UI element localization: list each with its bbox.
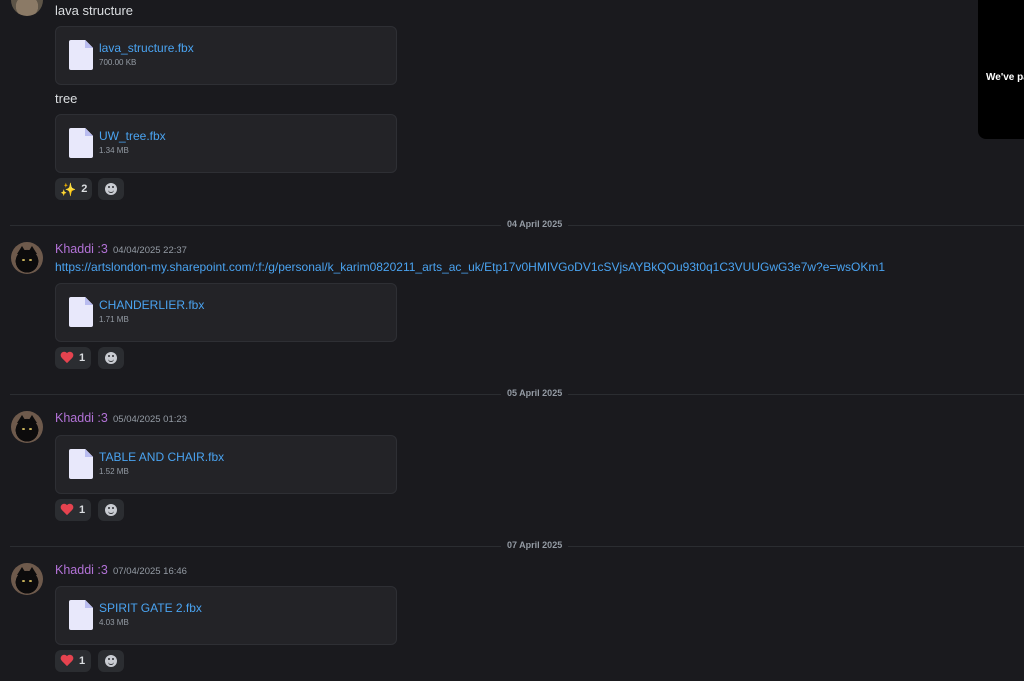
- reaction-count: 1: [79, 352, 86, 364]
- sparkles-icon: ✨: [60, 181, 77, 197]
- file-name-link[interactable]: SPIRIT GATE 2.fbx: [99, 601, 202, 615]
- add-reaction-button[interactable]: [98, 347, 124, 369]
- file-attachment[interactable]: TABLE AND CHAIR.fbx 1.52 MB: [55, 435, 397, 494]
- file-icon: [69, 600, 93, 630]
- file-attachment[interactable]: UW_tree.fbx 1.34 MB: [55, 114, 397, 173]
- heart-icon: [60, 655, 74, 668]
- message-text: lava structure: [55, 3, 134, 18]
- avatar[interactable]: [11, 563, 43, 595]
- reaction-sparkles[interactable]: ✨ 2: [55, 178, 93, 200]
- date-divider-label: 04 April 2025: [501, 219, 569, 229]
- heart-icon: [60, 352, 74, 365]
- file-name-link[interactable]: lava_structure.fbx: [99, 41, 194, 55]
- reaction-heart[interactable]: 1: [55, 499, 91, 521]
- username[interactable]: Khaddi :3: [55, 411, 108, 425]
- reaction-count: 2: [81, 183, 88, 195]
- file-attachment[interactable]: CHANDERLIER.fbx 1.71 MB: [55, 283, 397, 342]
- reaction-count: 1: [79, 655, 86, 667]
- message-link[interactable]: https://artslondon-my.sharepoint.com/:f:…: [55, 260, 885, 274]
- file-icon: [69, 40, 93, 70]
- file-icon: [69, 128, 93, 158]
- avatar[interactable]: [11, 242, 43, 274]
- file-size: 1.71 MB: [99, 315, 129, 324]
- file-size: 1.34 MB: [99, 146, 129, 155]
- file-size: 700.00 KB: [99, 58, 137, 67]
- reaction-heart[interactable]: 1: [55, 347, 91, 369]
- username[interactable]: Khaddi :3: [55, 242, 108, 256]
- file-size: 4.03 MB: [99, 618, 129, 627]
- reaction-count: 1: [79, 504, 86, 516]
- file-name-link[interactable]: UW_tree.fbx: [99, 129, 166, 143]
- message-text: tree: [55, 91, 78, 106]
- file-attachment[interactable]: SPIRIT GATE 2.fbx 4.03 MB: [55, 586, 397, 645]
- notification-popup[interactable]: We've pa: [978, 0, 1024, 139]
- add-reaction-button[interactable]: [98, 499, 124, 521]
- timestamp: 04/04/2025 22:37: [113, 245, 187, 256]
- username[interactable]: Khaddi :3: [55, 563, 108, 577]
- add-reaction-button[interactable]: [98, 650, 124, 672]
- date-divider-label: 07 April 2025: [501, 540, 569, 550]
- file-name-link[interactable]: CHANDERLIER.fbx: [99, 298, 204, 312]
- avatar[interactable]: [11, 411, 43, 443]
- add-reaction-button[interactable]: [98, 178, 124, 200]
- date-divider-label: 05 April 2025: [501, 388, 569, 398]
- file-size: 1.52 MB: [99, 467, 129, 476]
- file-icon: [69, 297, 93, 327]
- avatar[interactable]: [11, 0, 43, 16]
- heart-icon: [60, 504, 74, 517]
- reaction-heart[interactable]: 1: [55, 650, 91, 672]
- file-icon: [69, 449, 93, 479]
- popup-text: We've pa: [986, 72, 1024, 83]
- file-attachment[interactable]: lava_structure.fbx 700.00 KB: [55, 26, 397, 85]
- timestamp: 07/04/2025 16:46: [113, 566, 187, 577]
- file-name-link[interactable]: TABLE AND CHAIR.fbx: [99, 450, 224, 464]
- timestamp: 05/04/2025 01:23: [113, 414, 187, 425]
